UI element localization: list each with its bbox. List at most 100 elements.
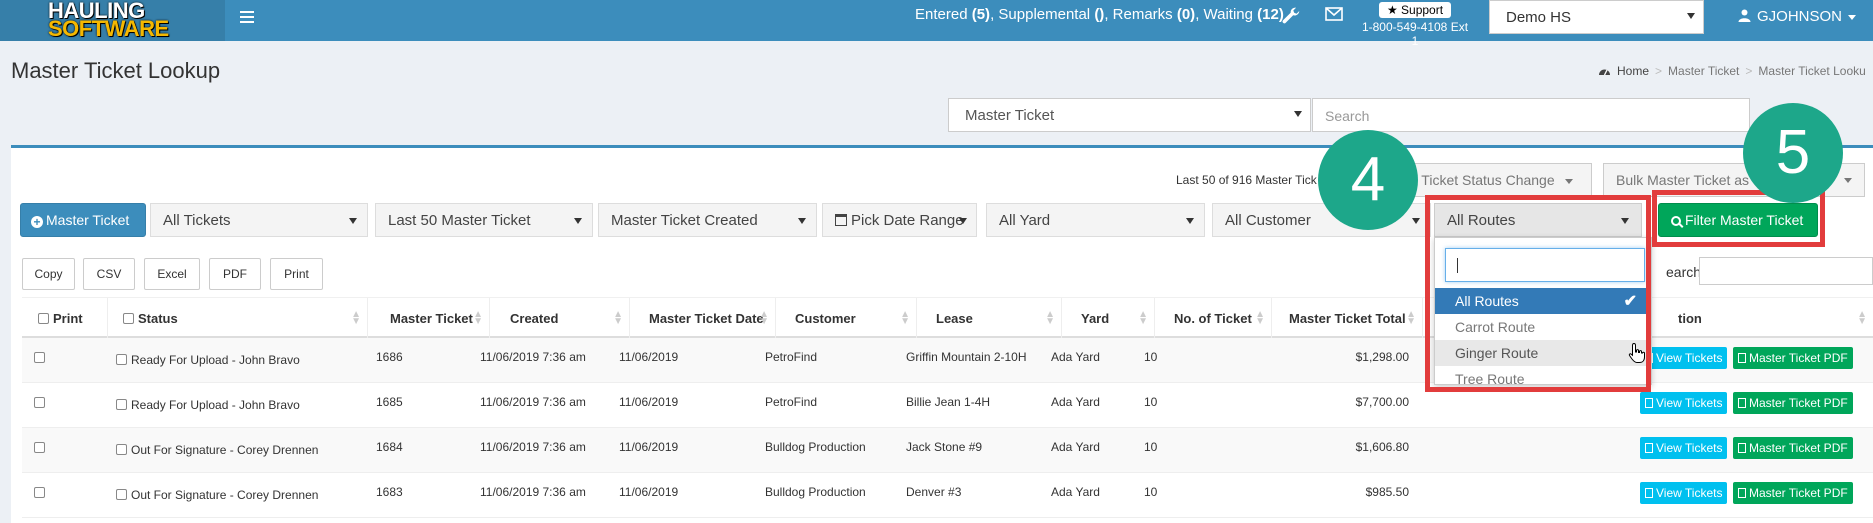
sort-icon: ▲ ▼ — [473, 309, 483, 327]
master-ticket-pdf-button[interactable]: Master Ticket PDF — [1733, 482, 1853, 504]
customer-cell: PetroFind — [765, 350, 818, 364]
menu-toggle-icon[interactable] — [240, 11, 254, 25]
count-cell: 10 — [1144, 350, 1158, 364]
customer-cell: Bulldog Production — [765, 485, 866, 499]
select-all-status-checkbox[interactable] — [123, 313, 134, 324]
date-range-button[interactable]: Pick Date Range — [822, 203, 977, 237]
date-cell: 11/06/2019 — [619, 440, 679, 454]
chevron-down-icon — [574, 218, 582, 224]
lookup-type-value: Master Ticket — [965, 107, 1055, 124]
logo[interactable]: HAULING SOFTWARE — [0, 0, 225, 41]
chevron-down-icon — [1412, 218, 1420, 224]
print-checkbox[interactable] — [34, 397, 45, 408]
date-range-label: Pick Date Range — [851, 212, 964, 229]
created-cell: 11/06/2019 7:36 am — [480, 395, 586, 409]
excel-button[interactable]: Excel — [144, 258, 200, 290]
bulk-status-change-button[interactable]: r Ticket Status Change — [1400, 163, 1592, 197]
print-checkbox[interactable] — [34, 442, 45, 453]
file-pdf-icon — [1738, 443, 1746, 453]
chevron-down-icon — [959, 218, 967, 224]
sort-icon: ▲ ▼ — [900, 309, 910, 327]
column-master-ticket-total[interactable]: Master Ticket Total ▲ ▼ — [1273, 298, 1423, 339]
sort-icon: ▲ ▼ — [1406, 309, 1416, 327]
status-checkbox[interactable] — [116, 444, 127, 455]
breadcrumb-master-ticket[interactable]: Master Ticket — [1668, 64, 1739, 78]
support-button[interactable]: ★ Support — [1378, 2, 1452, 18]
add-master-ticket-button[interactable]: + Master Ticket — [20, 203, 146, 237]
status-checkbox[interactable] — [116, 399, 127, 410]
column-lease[interactable]: Lease ▲ ▼ — [918, 298, 1062, 339]
remarks-count[interactable]: Remarks (0) — [1113, 6, 1196, 23]
view-tickets-button[interactable]: View Tickets — [1640, 482, 1728, 504]
view-tickets-button[interactable]: View Tickets — [1640, 347, 1728, 369]
file-pdf-icon — [1738, 488, 1746, 498]
user-menu[interactable]: GJOHNSON — [1738, 8, 1857, 25]
sort-icon: ▲ ▼ — [1045, 309, 1055, 327]
waiting-count[interactable]: Waiting (12) — [1204, 6, 1284, 23]
view-tickets-button[interactable]: View Tickets — [1640, 392, 1728, 414]
lookup-type-select[interactable]: Master Ticket — [948, 98, 1311, 132]
date-field-value: Master Ticket Created — [611, 212, 758, 229]
entered-count[interactable]: Entered (5) — [915, 6, 990, 23]
add-master-ticket-label: Master Ticket — [46, 212, 130, 228]
chevron-down-icon — [1186, 218, 1194, 224]
date-field-filter[interactable]: Master Ticket Created — [598, 203, 817, 237]
yard-cell: Ada Yard — [1051, 440, 1100, 454]
column-status[interactable]: Status ▲ ▼ — [123, 298, 368, 339]
column-master-ticket-date[interactable]: Master Ticket Date ▲ ▼ — [631, 298, 776, 339]
customer-cell: PetroFind — [765, 395, 818, 409]
supplemental-count[interactable]: Supplemental () — [998, 6, 1104, 23]
range-filter[interactable]: Last 50 Master Ticket — [375, 203, 593, 237]
print-checkbox[interactable] — [34, 352, 45, 363]
table-search-input[interactable] — [1699, 257, 1873, 285]
copy-button[interactable]: Copy — [22, 258, 75, 290]
wrench-icon[interactable] — [1280, 5, 1302, 27]
breadcrumb-current: Master Ticket Looku — [1758, 64, 1866, 78]
highlight-routes — [1425, 195, 1651, 392]
master-ticket-pdf-button[interactable]: Master Ticket PDF — [1733, 437, 1853, 459]
status-checkbox[interactable] — [116, 354, 127, 365]
created-cell: 11/06/2019 7:36 am — [480, 485, 586, 499]
envelope-icon[interactable] — [1325, 7, 1343, 21]
csv-button[interactable]: CSV — [83, 258, 135, 290]
lease-cell: Griffin Mountain 2-10H — [906, 350, 1027, 364]
range-filter-value: Last 50 Master Ticket — [388, 212, 531, 229]
column-created[interactable]: Created ▲ ▼ — [492, 298, 630, 339]
sort-icon: ▲ ▼ — [759, 309, 769, 327]
column-master-ticket[interactable]: Master Ticket ▲ ▼ — [370, 298, 490, 339]
calendar-icon — [835, 214, 847, 226]
column-no-of-ticket[interactable]: No. of Ticket ▲ ▼ — [1156, 298, 1272, 339]
status-checkbox[interactable] — [116, 489, 127, 500]
print-button[interactable]: Print — [270, 258, 323, 290]
date-cell: 11/06/2019 — [619, 350, 679, 364]
chevron-down-icon — [1844, 178, 1852, 183]
print-checkbox[interactable] — [34, 487, 45, 498]
file-icon — [1645, 443, 1653, 453]
chevron-down-icon — [1294, 111, 1302, 117]
ticket-cell: 1683 — [376, 485, 403, 499]
tickets-filter[interactable]: All Tickets — [150, 203, 368, 237]
yard-cell: Ada Yard — [1051, 395, 1100, 409]
company-select[interactable]: Demo HS — [1489, 0, 1704, 34]
yard-filter[interactable]: All Yard — [986, 203, 1205, 237]
status-cell: Ready For Upload - John Bravo — [116, 353, 300, 367]
pdf-button[interactable]: PDF — [209, 258, 261, 290]
bulk-assign-label: Bulk Master Ticket as — [1616, 172, 1750, 188]
column-action[interactable]: tion ▲ ▼ — [1660, 298, 1873, 339]
select-all-print-checkbox[interactable] — [38, 313, 49, 324]
master-ticket-pdf-button[interactable]: Master Ticket PDF — [1733, 347, 1853, 369]
table-row: Out For Signature - Corey Drennen 1684 1… — [22, 428, 1873, 473]
chevron-down-icon — [798, 218, 806, 224]
count-cell: 10 — [1144, 395, 1158, 409]
column-print[interactable]: Print — [38, 298, 108, 339]
column-customer[interactable]: Customer ▲ ▼ — [777, 298, 917, 339]
chevron-down-icon — [1564, 178, 1573, 184]
column-yard[interactable]: Yard ▲ ▼ — [1063, 298, 1155, 339]
total-cell: $1,298.00 — [1355, 350, 1409, 364]
total-cell: $1,606.80 — [1355, 440, 1409, 454]
view-tickets-button[interactable]: View Tickets — [1640, 437, 1728, 459]
file-pdf-icon — [1738, 398, 1746, 408]
breadcrumb-home[interactable]: Home — [1617, 64, 1649, 78]
lookup-search-input[interactable]: Search — [1312, 98, 1750, 132]
master-ticket-pdf-button[interactable]: Master Ticket PDF — [1733, 392, 1853, 414]
